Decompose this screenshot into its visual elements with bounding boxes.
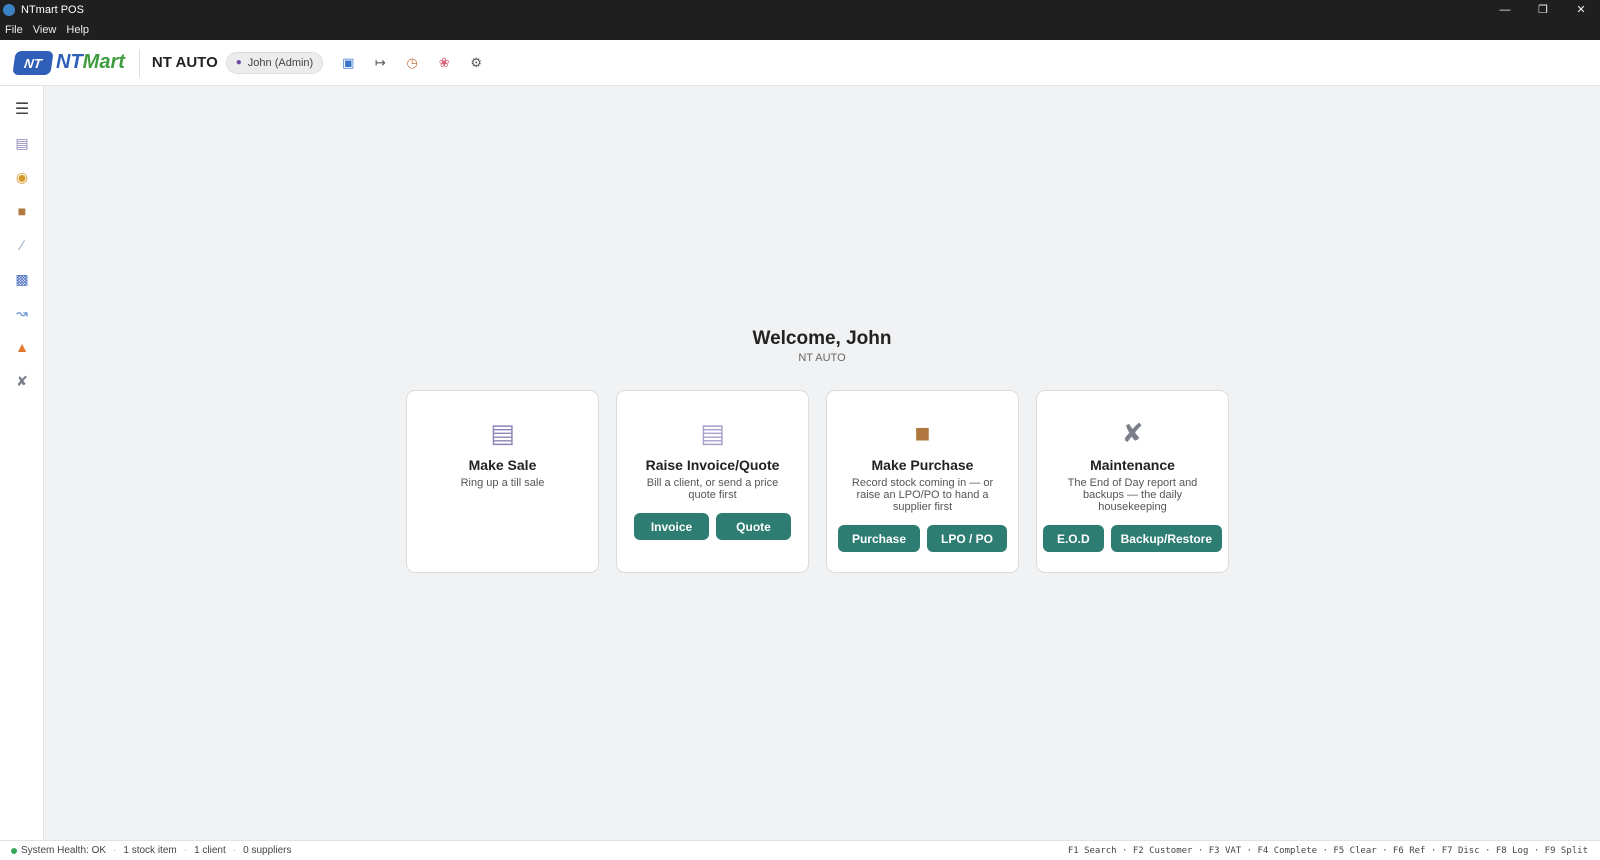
quote-button[interactable]: Quote [716, 513, 791, 540]
maintenance-card: ✘ Maintenance The End of Day report and … [1036, 390, 1229, 573]
settings-icon[interactable]: ⚙ [461, 48, 491, 78]
card-actions: Purchase LPO / PO [827, 525, 1018, 552]
health-indicator-icon [11, 847, 17, 854]
restore-button[interactable]: ❐ [1524, 0, 1562, 19]
logout-icon[interactable]: ↦ [365, 48, 395, 78]
make-sale-card[interactable]: ▤ Make Sale Ring up a till sale [406, 390, 599, 573]
welcome-heading: Welcome, John [752, 328, 892, 349]
menu-file[interactable]: File [5, 24, 23, 36]
card-title: Raise Invoice/Quote [645, 457, 780, 473]
logo-wordmark: NTMart [56, 51, 125, 73]
window-title: NTmart POS [21, 3, 84, 16]
card-title: Make Purchase [871, 457, 974, 473]
store-subtitle: NT AUTO [798, 352, 846, 364]
receipt-icon[interactable]: ▤ [0, 126, 44, 160]
menu-view[interactable]: View [33, 24, 57, 36]
card-description: Ring up a till sale [460, 477, 545, 489]
title-bar: NTmart POS — ❐ ✕ [0, 0, 1600, 19]
close-button[interactable]: ✕ [1562, 0, 1600, 19]
menu-icon[interactable]: ☰ [0, 92, 44, 126]
main-content: Welcome, John NT AUTO ▤ Make Sale Ring u… [44, 86, 1600, 840]
tools-icon[interactable]: ✘ [0, 364, 44, 398]
theme-icon[interactable]: ❀ [429, 48, 459, 78]
id-card-icon[interactable]: ▣ [333, 48, 363, 78]
wrench-icon[interactable]: ∕ [0, 228, 44, 262]
window-controls: — ❐ ✕ [1486, 0, 1600, 19]
store-name: NT AUTO [151, 54, 218, 71]
package-icon: ■ [914, 418, 931, 448]
money-bag-icon[interactable]: ◉ [0, 160, 44, 194]
card-title: Maintenance [1090, 457, 1175, 473]
card-description: Record stock coming in — or raise an LPO… [851, 477, 994, 513]
lpo-po-button[interactable]: LPO / PO [927, 525, 1008, 552]
supplier-count: 0 suppliers [243, 845, 292, 856]
app-header: NT NTMart NT AUTO ● John (Admin) ▣ ↦ ◷ ❀… [0, 40, 1600, 86]
purchase-button[interactable]: Purchase [837, 525, 920, 552]
card-actions: Invoice Quote [617, 513, 808, 540]
invoice-button[interactable]: Invoice [634, 513, 709, 540]
status-separator: · [232, 845, 237, 856]
eod-button[interactable]: E.O.D [1042, 525, 1104, 552]
header-divider [138, 48, 140, 77]
menu-help[interactable]: Help [66, 24, 89, 36]
card-title: Make Sale [468, 457, 537, 473]
user-badge[interactable]: ● John (Admin) [225, 51, 324, 74]
status-bar: System Health: OK · 1 stock item · 1 cli… [0, 840, 1600, 860]
keyboard-shortcuts: F1 Search · F2 Customer · F3 VAT · F4 Co… [1067, 845, 1588, 856]
card-description: The End of Day report and backups — the … [1067, 477, 1198, 513]
package-icon[interactable]: ■ [0, 194, 44, 228]
card-description: Bill a client, or send a price quote fir… [646, 477, 779, 501]
line-chart-icon[interactable]: ↝ [0, 296, 44, 330]
make-purchase-card: ■ Make Purchase Record stock coming in —… [826, 390, 1019, 573]
stock-count: 1 stock item [123, 845, 177, 856]
card-actions: E.O.D Backup/Restore [1037, 525, 1228, 552]
sidebar: ☰ ▤ ◉ ■ ∕ ▩ ↝ ▲ ✘ [0, 86, 44, 840]
status-separator: · [183, 845, 188, 856]
system-health: System Health: OK [21, 845, 107, 856]
user-name: John (Admin) [247, 56, 314, 69]
client-count: 1 client [194, 845, 226, 856]
document-icon: ▤ [700, 418, 725, 448]
status-separator: · [113, 845, 117, 856]
clock-icon[interactable]: ◷ [397, 48, 427, 78]
cone-icon[interactable]: ▲ [0, 330, 44, 364]
tools-icon: ✘ [1121, 418, 1144, 448]
action-cards: ▤ Make Sale Ring up a till sale ▤ Raise … [406, 390, 1229, 573]
backup-restore-button[interactable]: Backup/Restore [1110, 525, 1223, 552]
user-icon: ● [235, 57, 242, 68]
ntmart-logo: NT NTMart [12, 40, 125, 86]
menu-bar: File View Help [0, 19, 1600, 40]
bar-chart-icon[interactable]: ▩ [0, 262, 44, 296]
invoice-quote-card: ▤ Raise Invoice/Quote Bill a client, or … [616, 390, 809, 573]
logo-badge: NT [12, 50, 54, 75]
minimize-button[interactable]: — [1486, 0, 1524, 19]
app-icon [3, 3, 15, 16]
status-summary: System Health: OK · 1 stock item · 1 cli… [0, 845, 291, 856]
receipt-icon: ▤ [490, 418, 515, 448]
